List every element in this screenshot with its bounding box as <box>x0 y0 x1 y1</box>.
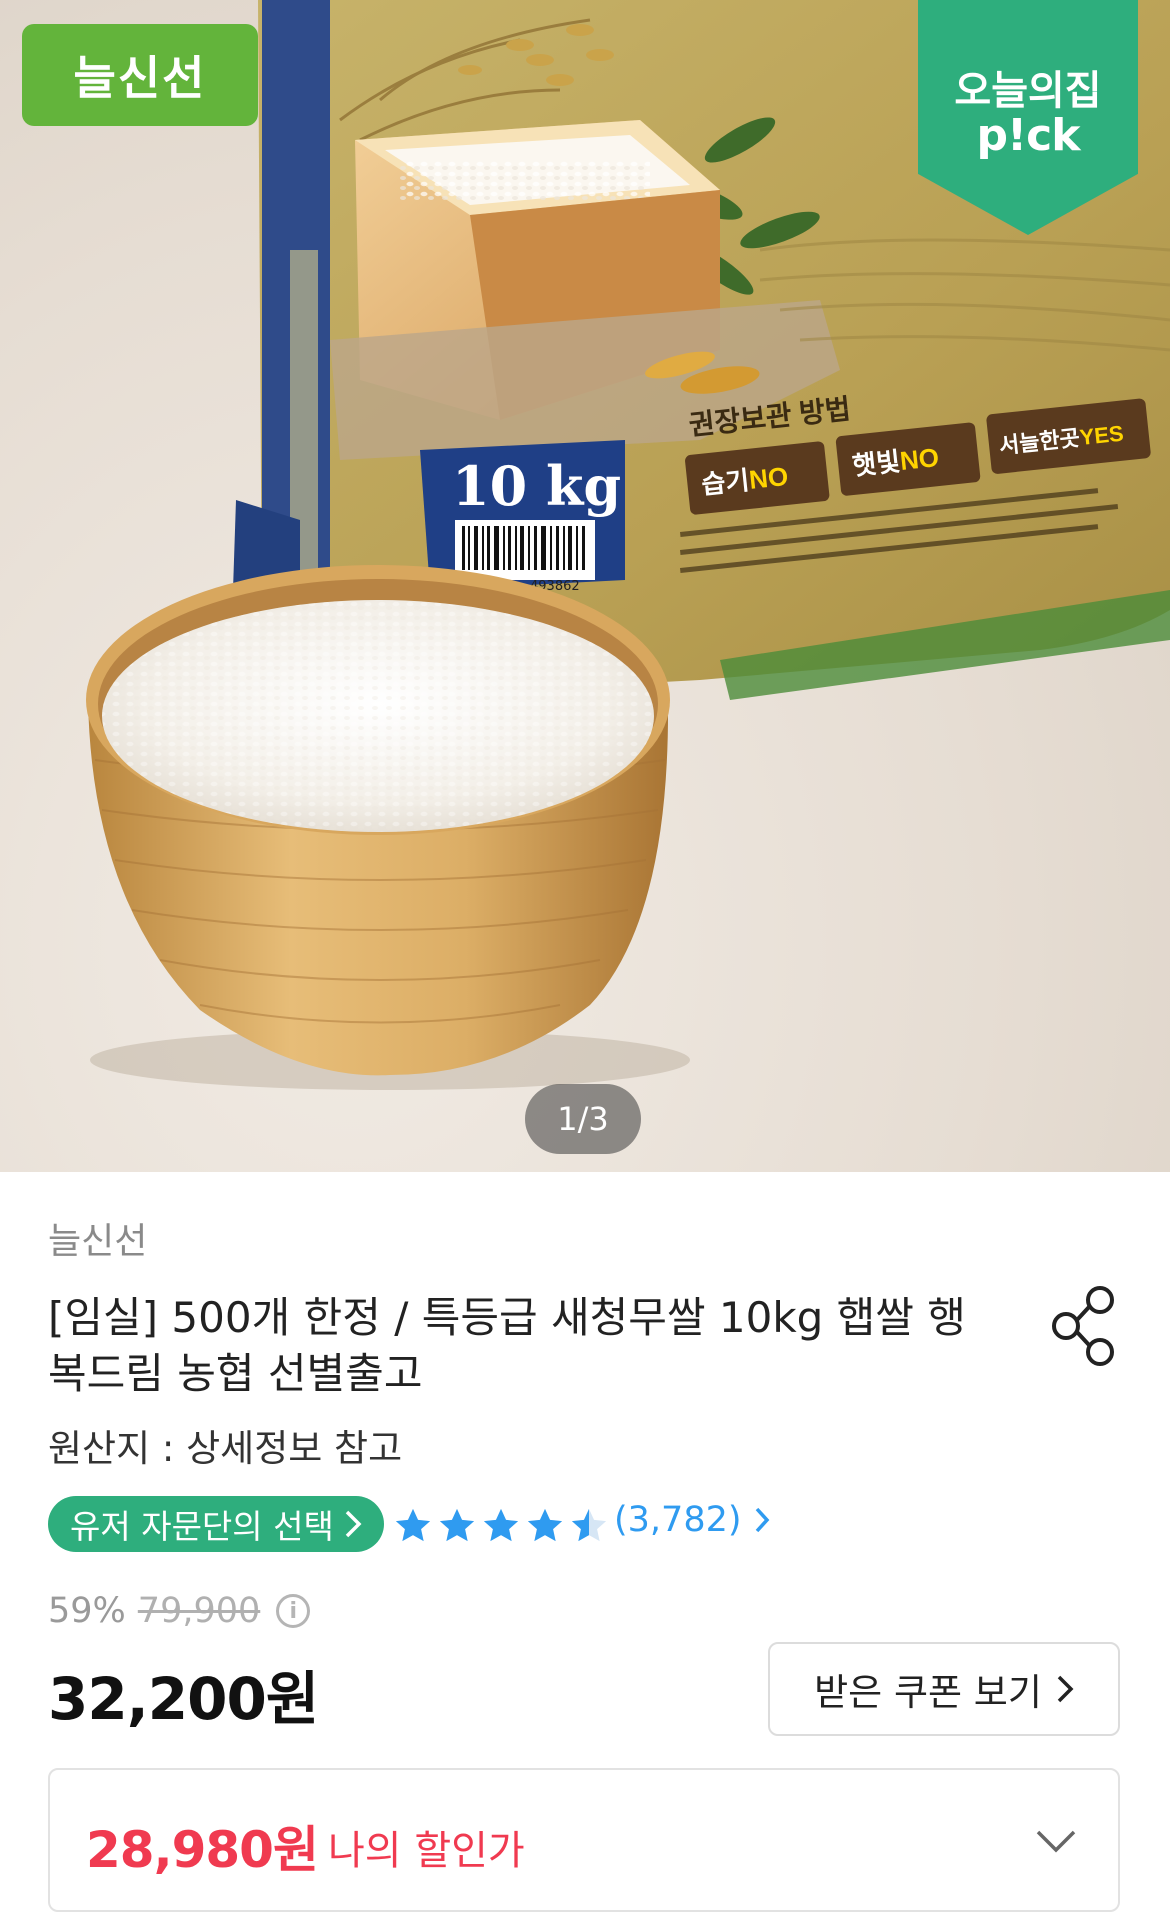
discount-rate: 59% <box>48 1591 126 1631</box>
chevron-right-icon <box>345 1510 362 1538</box>
chevron-down-icon[interactable] <box>1034 1822 1078 1862</box>
star-icon <box>571 1508 607 1542</box>
seller-badge: 늘신선 <box>22 24 258 126</box>
pick-badge-title: 오늘의집 <box>954 68 1102 114</box>
origin-info: 원산지 : 상세정보 참고 <box>48 1427 403 1470</box>
info-icon[interactable]: i <box>276 1594 311 1628</box>
star-icon <box>395 1508 431 1542</box>
review-count: (3,782) <box>614 1500 742 1540</box>
pick-badge-subtitle: p!ck <box>976 110 1081 161</box>
discount-row: 59% 79,900 i <box>48 1588 311 1634</box>
product-title: [임실] 500개 한정 / 특등급 새청무쌀 10kg 햅쌀 행복드림 농협 … <box>48 1293 966 1398</box>
rating-stars <box>394 1501 614 1549</box>
star-icon <box>439 1508 475 1542</box>
chevron-right-icon <box>1057 1675 1074 1703</box>
star-icon <box>527 1508 563 1542</box>
original-price: 79,900 <box>137 1591 261 1631</box>
my-discount-label: 나의 할인가 <box>328 1828 525 1874</box>
advisor-choice-badge[interactable]: 유저 자문단의 선택 <box>48 1496 384 1552</box>
brand-link[interactable]: 늘신선 <box>48 1212 147 1264</box>
image-counter: 1/3 <box>525 1084 641 1154</box>
my-discount-price: 28,980원 <box>86 1821 319 1879</box>
view-coupons-label: 받은 쿠폰 보기 <box>814 1671 1042 1714</box>
product-image-carousel[interactable]: 권장보관 방법 습기NO 햇빛NO 서늘한곳YES 10 kg 493862 늘… <box>0 0 1170 1172</box>
my-discount-price-panel[interactable]: 28,980원 나의 할인가 <box>48 1768 1120 1912</box>
advisor-choice-label: 유저 자문단의 선택 <box>70 1507 334 1546</box>
review-count-link[interactable]: (3,782) <box>614 1500 770 1540</box>
view-coupons-button[interactable]: 받은 쿠폰 보기 <box>768 1642 1120 1736</box>
share-icon <box>1052 1286 1114 1366</box>
package-weight-label: 10 kg <box>452 454 621 518</box>
sale-price: 32,200원 <box>48 1665 319 1733</box>
star-icon <box>483 1508 519 1542</box>
chevron-right-icon <box>755 1507 769 1533</box>
share-button[interactable] <box>1048 1284 1124 1368</box>
